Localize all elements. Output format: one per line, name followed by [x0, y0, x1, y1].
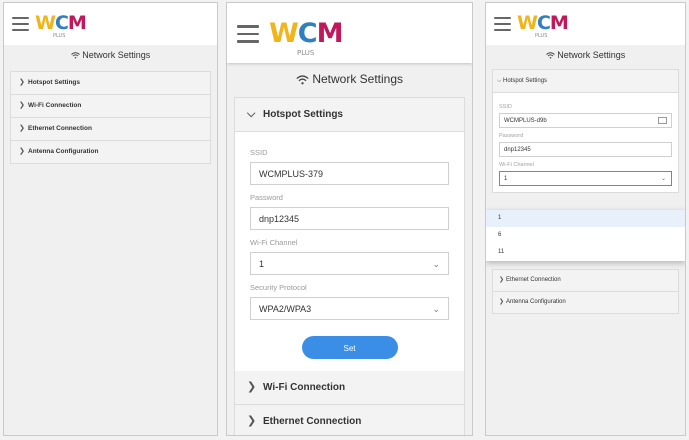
chevron-right-icon: ❯ — [19, 148, 25, 155]
channel-value: 1 — [259, 259, 265, 269]
settings-card: ⌵Hotspot Settings SSID WCMPLUS-d9b Passw… — [492, 69, 679, 193]
screen-channel-dropdown: WCM PLUS Network Settings ⌵Hotspot Settin… — [485, 2, 686, 436]
section-wifi[interactable]: ❯ Wi-Fi Connection — [11, 95, 210, 118]
password-label: Password — [499, 133, 524, 139]
settings-card: ⌵ Hotspot Settings SSID WCMPLUS-379 Passw… — [234, 97, 465, 435]
section-hotspot[interactable]: ❯ Hotspot Settings — [11, 72, 210, 95]
chevron-down-icon: ⌄ — [660, 176, 666, 182]
hamburger-icon[interactable] — [237, 25, 259, 48]
channel-option[interactable]: 1 — [486, 210, 685, 227]
wifi-icon — [296, 75, 309, 85]
section-ethernet-label: Ethernet Connection — [506, 277, 561, 283]
section-antenna[interactable]: ❯ Antenna Configuration — [493, 292, 678, 314]
section-hotspot-label: Hotspot Settings — [263, 109, 343, 120]
section-ethernet[interactable]: ❯ Ethernet Connection — [493, 270, 678, 292]
chevron-right-icon: ❯ — [247, 381, 257, 393]
channel-option[interactable]: 11 — [486, 244, 685, 261]
section-hotspot[interactable]: ⌵ Hotspot Settings — [235, 98, 464, 132]
set-button[interactable]: Set — [301, 336, 398, 359]
channel-select[interactable]: 1 ⌄ — [250, 252, 449, 275]
protocol-value: WPA2/WPA3 — [259, 304, 312, 314]
password-label: Password — [250, 193, 283, 202]
hamburger-icon[interactable] — [494, 17, 511, 35]
wcm-plus-logo: WCM PLUS — [517, 12, 569, 39]
page-title: Network Settings — [227, 65, 472, 93]
password-value: dnp12345 — [504, 147, 531, 153]
chevron-right-icon: ❯ — [499, 277, 505, 283]
channel-label: Wi-Fi Channel — [499, 162, 534, 168]
wifi-icon — [70, 52, 80, 59]
section-ethernet[interactable]: ❯ Ethernet Connection — [235, 405, 464, 435]
ssid-field[interactable]: WCMPLUS-d9b — [499, 113, 672, 128]
channel-select[interactable]: 1 ⌄ — [499, 171, 672, 186]
chevron-right-icon: ❯ — [499, 299, 505, 305]
chevron-down-icon: ⌄ — [432, 259, 440, 269]
wcm-plus-logo: WCM PLUS — [269, 18, 343, 57]
chevron-down-icon: ⌄ — [432, 304, 440, 314]
page-title: Network Settings — [486, 45, 685, 65]
app-bar: WCM PLUS — [486, 3, 685, 45]
keyboard-icon[interactable] — [658, 117, 667, 124]
channel-value: 1 — [504, 176, 508, 182]
section-antenna-label: Antenna Configuration — [28, 148, 99, 155]
section-wifi[interactable]: ❯ Wi-Fi Connection — [235, 371, 464, 405]
page-title-text: Network Settings — [557, 50, 626, 60]
settings-list: ❯ Hotspot Settings ❯ Wi-Fi Connection ❯ Eth… — [10, 71, 211, 164]
section-hotspot[interactable]: ⌵Hotspot Settings — [493, 70, 678, 93]
section-ethernet[interactable]: ❯ Ethernet Connection — [11, 118, 210, 141]
screen-hotspot-expanded: WCM PLUS Network Settings ⌵ Hotspot Settin… — [226, 2, 473, 436]
hotspot-form: SSID WCMPLUS-d9b Password dnp12345 Wi-Fi… — [493, 93, 678, 192]
page-title: Network Settings — [4, 45, 217, 65]
section-ethernet-label: Ethernet Connection — [28, 125, 92, 132]
wifi-icon — [545, 52, 555, 59]
section-antenna[interactable]: ❯ Antenna Configuration — [11, 141, 210, 164]
app-bar: WCM PLUS — [4, 3, 217, 45]
app-bar: WCM PLUS — [227, 3, 472, 63]
chevron-down-icon: ⌵ — [247, 108, 256, 120]
protocol-select[interactable]: WPA2/WPA3 ⌄ — [250, 297, 449, 320]
chevron-right-icon: ❯ — [19, 102, 25, 109]
channel-option[interactable]: 6 — [486, 227, 685, 244]
page-title-text: Network Settings — [82, 50, 151, 60]
ssid-value: WCMPLUS-d9b — [504, 118, 547, 124]
ssid-label: SSID — [499, 104, 512, 110]
section-hotspot-label: Hotspot Settings — [28, 79, 80, 86]
page-title-text: Network Settings — [312, 72, 404, 86]
screen-collapsed: WCM PLUS Network Settings ❯ Hotspot Settin… — [3, 2, 218, 436]
wcm-plus-logo: WCM PLUS — [35, 12, 87, 39]
protocol-label: Security Protocol — [250, 283, 307, 292]
password-field[interactable]: dnp12345 — [499, 142, 672, 157]
channel-label: Wi-Fi Channel — [250, 238, 298, 247]
ssid-field[interactable]: WCMPLUS-379 — [250, 162, 449, 185]
hamburger-icon[interactable] — [12, 17, 29, 35]
section-hotspot-label: Hotspot Settings — [503, 78, 548, 84]
chevron-right-icon: ❯ — [247, 415, 257, 427]
section-wifi-label: Wi-Fi Connection — [263, 382, 346, 393]
channel-dropdown: 1 6 11 — [486, 210, 685, 261]
password-field[interactable]: dnp12345 — [250, 207, 449, 230]
ssid-value: WCMPLUS-379 — [259, 169, 324, 179]
ssid-label: SSID — [250, 148, 268, 157]
chevron-right-icon: ❯ — [19, 125, 25, 132]
settings-list: ❯ Ethernet Connection ❯ Antenna Configurat… — [492, 269, 679, 314]
section-ethernet-label: Ethernet Connection — [263, 416, 362, 427]
hotspot-form: SSID WCMPLUS-379 Password dnp12345 Wi-Fi… — [235, 132, 464, 371]
section-wifi-label: Wi-Fi Connection — [28, 102, 82, 109]
section-antenna-label: Antenna Configuration — [506, 299, 566, 305]
chevron-right-icon: ❯ — [19, 79, 25, 86]
password-value: dnp12345 — [259, 214, 300, 224]
